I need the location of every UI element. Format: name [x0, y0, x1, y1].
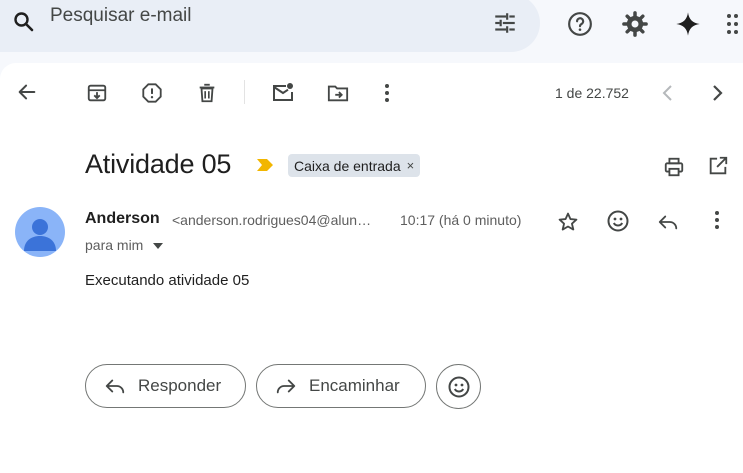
- more-vert-icon[interactable]: [384, 83, 390, 103]
- forward-button[interactable]: Encaminhar: [256, 364, 426, 408]
- caret-down-icon[interactable]: [153, 243, 164, 250]
- sender-name[interactable]: Anderson: [85, 210, 160, 228]
- message-time: 10:17 (há 0 minuto): [400, 212, 522, 228]
- back-arrow-icon[interactable]: [16, 81, 38, 103]
- search-bar[interactable]: Pesquisar e-mail: [0, 0, 540, 52]
- move-to-icon[interactable]: [326, 82, 350, 104]
- message-more-icon[interactable]: [714, 210, 720, 230]
- remove-label-button[interactable]: ×: [407, 158, 415, 173]
- forward-label: Encaminhar: [309, 376, 400, 395]
- inbox-label-text: Caixa de entrada: [294, 157, 401, 174]
- recipient-details[interactable]: para mim: [85, 237, 164, 253]
- delete-icon[interactable]: [196, 82, 218, 104]
- mark-unread-icon[interactable]: [271, 81, 295, 105]
- emoji-reaction-button[interactable]: [436, 364, 481, 409]
- emoji-icon[interactable]: [606, 209, 630, 233]
- emoji-icon: [448, 376, 469, 397]
- avatar[interactable]: [15, 207, 65, 257]
- archive-icon[interactable]: [86, 82, 108, 104]
- search-input[interactable]: Pesquisar e-mail: [50, 5, 192, 27]
- sender-email: <anderson.rodrigues04@alun…: [172, 212, 372, 228]
- message-subject: Atividade 05: [85, 149, 232, 179]
- gemini-sparkle-icon[interactable]: [674, 10, 702, 38]
- reply-label: Responder: [138, 376, 222, 395]
- chevron-right-icon[interactable]: [709, 83, 725, 103]
- toolbar-divider: [244, 80, 245, 104]
- inbox-label-chip[interactable]: Caixa de entrada ×: [288, 154, 421, 177]
- print-icon[interactable]: [662, 156, 686, 178]
- message-counter: 1 de 22.752: [555, 85, 629, 101]
- search-icon[interactable]: [12, 10, 36, 34]
- chevron-left-icon[interactable]: [660, 83, 676, 103]
- message-body: Executando atividade 05: [85, 272, 250, 289]
- star-icon[interactable]: [557, 211, 579, 233]
- open-new-window-icon[interactable]: [707, 155, 729, 177]
- reply-icon: [105, 379, 125, 394]
- reply-icon[interactable]: [657, 211, 679, 233]
- recipient-label: para mim: [85, 237, 144, 253]
- important-marker-icon[interactable]: [256, 158, 274, 172]
- apps-grid-icon[interactable]: [726, 13, 740, 35]
- help-icon[interactable]: [567, 11, 593, 37]
- report-spam-icon[interactable]: [141, 82, 163, 104]
- message-panel: 1 de 22.752 Atividade 05 Caixa de entrad…: [0, 63, 743, 473]
- settings-icon[interactable]: [621, 10, 649, 38]
- forward-icon: [276, 379, 296, 394]
- reply-button[interactable]: Responder: [85, 364, 246, 408]
- filter-options-icon[interactable]: [492, 10, 518, 36]
